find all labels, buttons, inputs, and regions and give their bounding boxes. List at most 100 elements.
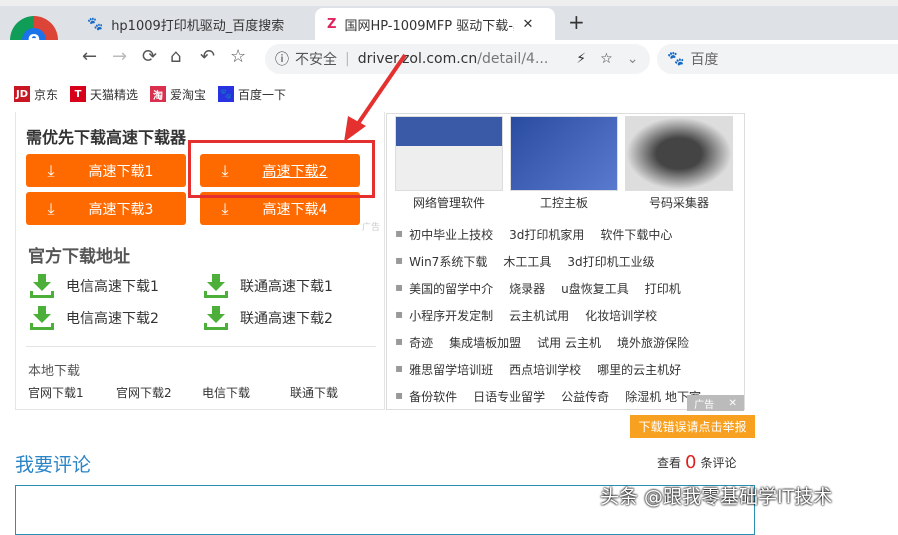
ad-link[interactable]: 化妆培训学校 [585, 307, 657, 324]
forward-icon[interactable]: → [112, 46, 127, 67]
download-icon: ⤓ [47, 198, 55, 218]
ad-link[interactable]: u盘恢复工具 [561, 280, 629, 297]
info-icon: ⓘ [275, 52, 289, 68]
bookmark-jd[interactable]: JD 京东 [14, 86, 58, 103]
download-icon [204, 306, 228, 330]
ad-link[interactable]: 打印机 [645, 280, 681, 297]
official-title: 官方下载地址 [28, 247, 130, 267]
telecom-download-2-link[interactable]: 电信高速下载2 [30, 306, 159, 330]
bookmark-star-icon[interactable]: ☆ [600, 51, 613, 67]
tab-baidu-search[interactable]: 🐾 hp1009打印机驱动_百度搜索 [75, 8, 305, 40]
watermark: 头条 @跟我零基础学IT技术 [600, 486, 833, 508]
ad-link[interactable]: 备份软件 [409, 388, 457, 405]
unicom-download-2-link[interactable]: 联通高速下载2 [204, 306, 333, 330]
ad-link[interactable]: 哪里的云主机好 [597, 361, 681, 378]
star-icon[interactable]: ☆ [230, 46, 246, 67]
ad-link[interactable]: 奇迹 [409, 334, 433, 351]
bullet-icon: ▪ [395, 253, 404, 267]
bullet-icon: ▪ [395, 226, 404, 240]
ad-panel: 网络管理软件 工控主板 号码采集器 ▪ 初中毕业上技校 3d打印机家用 软件下载中心 ▪… [386, 113, 745, 411]
baidu-icon: 🐾 [667, 51, 685, 67]
ad-link-row: ▪ 备份软件 日语专业留学 公益传奇 除湿机 地下室 [395, 388, 701, 405]
ad-link[interactable]: 木工工具 [503, 253, 551, 270]
ad-image-collector[interactable] [625, 116, 733, 191]
downloader-title: 需优先下载高速下载器 [26, 128, 187, 147]
ad-link[interactable]: 3d打印机工业级 [567, 253, 654, 270]
ad-link[interactable]: 境外旅游保险 [617, 334, 689, 351]
zol-icon: Z [327, 16, 337, 32]
annotation-arrow [344, 53, 407, 142]
ad-link[interactable]: 西点培训学校 [509, 361, 581, 378]
report-error-button[interactable]: 下载错误请点击举报 [630, 415, 755, 438]
divider [26, 346, 376, 347]
undo-icon[interactable]: ↶ [200, 46, 215, 67]
paw-icon: 🐾 [87, 16, 104, 32]
chevron-down-icon[interactable]: ⌄ [627, 51, 639, 67]
ad-link[interactable]: 3d打印机家用 [509, 226, 584, 243]
ad-link[interactable]: 试用 云主机 [537, 334, 601, 351]
bullet-icon: ▪ [395, 334, 404, 348]
download-icon [30, 306, 54, 330]
bullet-icon: ▪ [395, 307, 404, 321]
local-link-2[interactable]: 官网下载2 [116, 384, 172, 401]
ad-link[interactable]: 公益传奇 [561, 388, 609, 405]
download-icon [204, 274, 228, 298]
bullet-icon: ▪ [395, 388, 404, 402]
ad-link[interactable]: 日语专业留学 [473, 388, 545, 405]
bullet-icon: ▪ [395, 280, 404, 294]
ad-link-row: ▪ Win7系统下载 木工工具 3d打印机工业级 [395, 253, 655, 270]
bullet-icon: ▪ [395, 361, 404, 375]
comment-title: 我要评论 [15, 454, 92, 476]
local-title: 本地下载 [28, 364, 81, 379]
ad-link[interactable]: 烧录器 [509, 280, 545, 297]
tmall-icon: T [70, 86, 87, 102]
comment-count[interactable]: 查看 0 条评论 [657, 452, 736, 473]
ad-link[interactable]: Win7系统下载 [409, 253, 487, 270]
new-tab-button[interactable]: + [568, 10, 585, 34]
ad-link-row: ▪ 奇迹 集成墙板加盟 试用 云主机 境外旅游保险 [395, 334, 689, 351]
address-bar[interactable]: ⓘ 不安全 | driver.zol.com.cn/detail/4... ⚡ … [265, 44, 650, 74]
jd-icon: JD [14, 86, 30, 102]
local-link-4[interactable]: 联通下载 [290, 384, 338, 401]
ad-link-row: ▪ 美国的留学中介 烧录器 u盘恢复工具 打印机 [395, 280, 681, 297]
ad-image-motherboard[interactable] [510, 116, 618, 191]
close-icon[interactable]: ✕ [522, 17, 533, 32]
baidu-icon: 🐾 [218, 86, 235, 102]
unicom-download-1-link[interactable]: 联通高速下载1 [204, 274, 333, 298]
download-icon: ⤓ [221, 198, 229, 218]
local-link-1[interactable]: 官网下载1 [28, 384, 84, 401]
ad-link[interactable]: 小程序开发定制 [409, 307, 493, 324]
ad-image-label[interactable]: 网络管理软件 [394, 194, 504, 211]
ad-badge[interactable]: 广告 ✕ [687, 395, 744, 411]
taobao-icon: 淘 [150, 86, 167, 102]
telecom-download-1-link[interactable]: 电信高速下载1 [30, 274, 159, 298]
lightning-icon[interactable]: ⚡ [576, 51, 586, 67]
bookmark-tmall[interactable]: T 天猫精选 [70, 86, 138, 103]
ad-link[interactable]: 云主机试用 [509, 307, 569, 324]
local-link-3[interactable]: 电信下载 [202, 384, 250, 401]
bookmark-aitaobao[interactable]: 淘爱淘宝 [150, 86, 206, 103]
ad-tag: 广告 [362, 223, 381, 233]
fast-download-3-button[interactable]: ⤓ 高速下载3 [26, 192, 186, 225]
ad-link[interactable]: 初中毕业上技校 [409, 226, 493, 243]
ad-link-row: ▪ 雅思留学培训班 西点培训学校 哪里的云主机好 [395, 361, 681, 378]
download-icon: ⤓ [47, 160, 55, 180]
ad-link-row: ▪ 初中毕业上技校 3d打印机家用 软件下载中心 [395, 226, 672, 243]
close-icon[interactable]: ✕ [728, 398, 736, 409]
ad-link[interactable]: 软件下载中心 [600, 226, 672, 243]
search-box[interactable]: 🐾 百度 [657, 44, 898, 74]
ad-image-label[interactable]: 工控主板 [509, 194, 619, 211]
ad-link[interactable]: 美国的留学中介 [409, 280, 493, 297]
download-icon [30, 274, 54, 298]
bookmarks-bar: JD 京东 T 天猫精选 淘爱淘宝 🐾 百度一下 [0, 80, 898, 108]
ad-link[interactable]: 集成墙板加盟 [449, 334, 521, 351]
ad-image-label[interactable]: 号码采集器 [624, 194, 734, 211]
home-icon[interactable]: ⌂ [170, 46, 181, 67]
ad-link[interactable]: 雅思留学培训班 [409, 361, 493, 378]
fast-download-1-button[interactable]: ⤓ 高速下载1 [26, 154, 186, 187]
reload-icon[interactable]: ⟳ [142, 46, 157, 67]
bookmark-baidu[interactable]: 🐾 百度一下 [218, 86, 286, 103]
back-icon[interactable]: ← [82, 46, 97, 67]
background-window-strip [0, 0, 898, 6]
tab-zol-driver[interactable]: Z国网HP-1009MFP 驱动下载-其他✕ [315, 8, 555, 40]
